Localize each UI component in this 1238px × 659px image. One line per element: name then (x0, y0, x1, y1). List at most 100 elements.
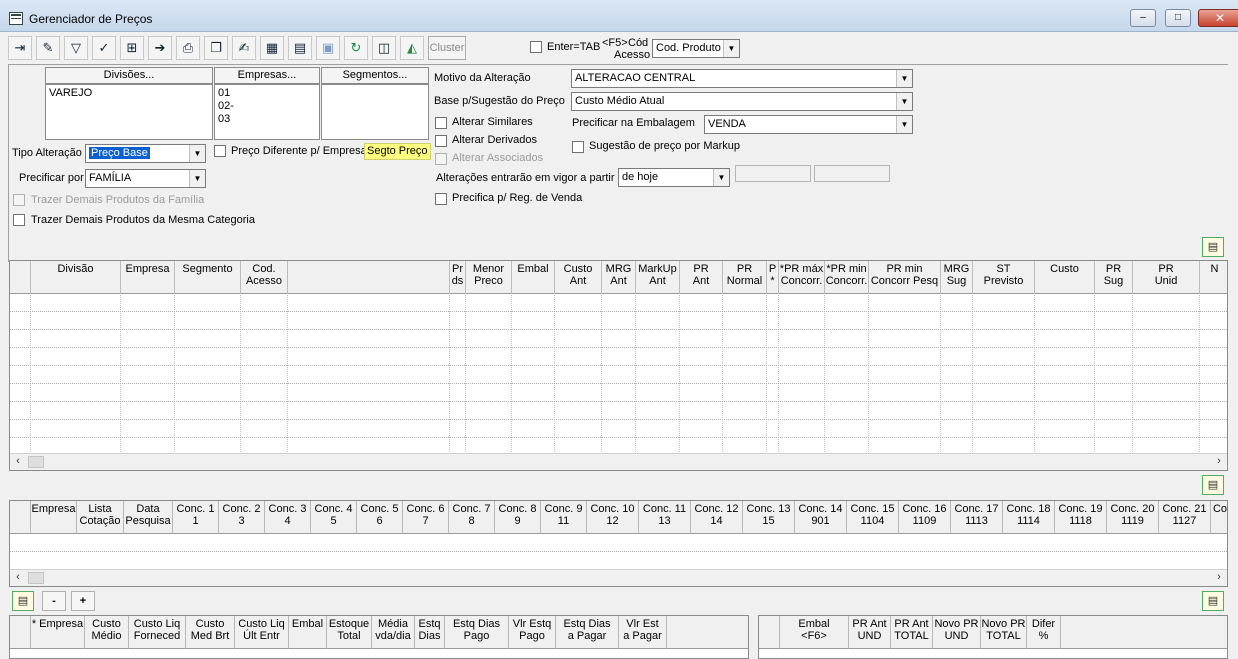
column-header[interactable]: Média vda/dia (372, 616, 415, 649)
column-header[interactable]: Custo Ant (555, 261, 602, 294)
segmentos-button[interactable]: Segmentos... (321, 67, 429, 84)
config-grid-icon[interactable]: ▤ (1202, 237, 1224, 257)
table-row[interactable] (10, 383, 1227, 384)
print-icon[interactable]: ⎙ (176, 36, 200, 60)
column-header[interactable]: Conc. 17 1113 (951, 501, 1003, 534)
column-header[interactable]: ST Previsto (973, 261, 1035, 294)
table-row[interactable] (10, 419, 1227, 420)
column-header[interactable] (10, 261, 31, 294)
chevron-down-icon[interactable]: ▼ (189, 145, 205, 162)
divisoes-list[interactable]: VAREJO (45, 84, 213, 140)
column-header[interactable]: * Empresa (31, 616, 85, 649)
precificar-embalagem-select[interactable]: VENDA ▼ (704, 115, 913, 134)
alterar-derivados-checkbox[interactable] (435, 135, 447, 147)
column-header[interactable]: Conc. 12 14 (691, 501, 743, 534)
column-header[interactable]: *PR máx Concorr. (779, 261, 825, 294)
table-row[interactable] (10, 329, 1227, 330)
copy-icon[interactable]: ❐ (204, 36, 228, 60)
column-header[interactable]: Difer % (1027, 616, 1061, 649)
list-item[interactable]: 01 (218, 87, 316, 100)
column-header[interactable]: Empresa (121, 261, 175, 294)
minimize-button[interactable]: – (1130, 9, 1156, 27)
alterar-similares-checkbox[interactable] (435, 117, 447, 129)
column-header[interactable]: Vlr Estq Pago (509, 616, 556, 649)
list-item[interactable]: VAREJO (49, 87, 209, 100)
edit-check-icon[interactable]: ✍ (232, 36, 256, 60)
maximize-button[interactable]: □ (1165, 9, 1191, 27)
table-row[interactable] (10, 311, 1227, 312)
chevron-down-icon[interactable]: ▼ (713, 169, 729, 186)
column-header[interactable] (759, 616, 780, 649)
column-header[interactable]: Custo Liq Últ Entr (235, 616, 289, 649)
column-header[interactable]: Vlr Est a Pagar (619, 616, 667, 649)
column-header[interactable]: Lista Cotação (77, 501, 124, 534)
table-row[interactable] (10, 365, 1227, 366)
base-select[interactable]: Custo Médio Atual ▼ (571, 92, 913, 111)
save-icon[interactable]: ▣ (316, 36, 340, 60)
column-header[interactable]: Conc. 21 1127 (1159, 501, 1211, 534)
refresh-icon[interactable]: ↻ (344, 36, 368, 60)
preco-diferente-checkbox[interactable] (214, 145, 226, 157)
trazer-familia-checkbox[interactable] (13, 194, 25, 206)
config-grid-icon[interactable]: ▤ (12, 591, 34, 611)
column-header[interactable]: Conc. 19 1118 (1055, 501, 1107, 534)
config-grid-icon[interactable]: ▤ (1202, 475, 1224, 495)
list-item[interactable]: 03 (218, 113, 316, 126)
empresas-button[interactable]: Empresas... (214, 67, 320, 84)
column-header[interactable] (288, 261, 450, 294)
date-field-1[interactable] (735, 165, 811, 182)
column-header[interactable]: Divisão (31, 261, 121, 294)
column-header[interactable]: MRG Sug (941, 261, 973, 294)
column-header[interactable]: Estoque Total (327, 616, 372, 649)
column-header[interactable]: Conc. 3 4 (265, 501, 311, 534)
chevron-down-icon[interactable]: ▼ (189, 170, 205, 187)
column-header[interactable]: Conc. 9 11 (541, 501, 587, 534)
scroll-right-icon[interactable]: › (1211, 455, 1227, 467)
list-item[interactable]: 02- (218, 100, 316, 113)
cod-acesso-select[interactable]: Cod. Produto ▼ (652, 39, 740, 58)
grid-icon[interactable]: ▤ (288, 36, 312, 60)
column-header[interactable]: Menor Preco (466, 261, 512, 294)
column-header[interactable]: Conc. 20 1119 (1107, 501, 1159, 534)
column-header[interactable]: PR Sug (1095, 261, 1133, 294)
scroll-thumb[interactable] (28, 572, 44, 584)
column-header[interactable]: PR Ant (680, 261, 723, 294)
vigor-select[interactable]: de hoje ▼ (618, 168, 730, 187)
column-header[interactable]: Embal (289, 616, 327, 649)
exit-icon[interactable]: ⇥ (8, 36, 32, 60)
column-header[interactable]: Co (1211, 501, 1227, 534)
column-header[interactable]: MarkUp Ant (636, 261, 680, 294)
column-header[interactable]: Pr ds (450, 261, 466, 294)
column-header[interactable]: Conc. 14 901 (795, 501, 847, 534)
segto-preco-button[interactable]: Segto Preço (364, 143, 431, 160)
close-button[interactable]: ✕ (1198, 9, 1238, 27)
column-header[interactable]: Embal <F6> (780, 616, 849, 649)
column-header[interactable]: Estq Dias (415, 616, 445, 649)
chart-icon[interactable]: ◭ (400, 36, 424, 60)
config-grid-icon[interactable]: ▤ (1202, 591, 1224, 611)
scroll-left-icon[interactable]: ‹ (10, 571, 26, 583)
column-header[interactable]: Empresa (31, 501, 77, 534)
remove-button[interactable]: - (42, 591, 66, 611)
table-row[interactable] (10, 551, 1227, 552)
scroll-left-icon[interactable]: ‹ (10, 455, 26, 467)
chevron-down-icon[interactable]: ▼ (896, 70, 912, 87)
export-icon[interactable]: ➔ (148, 36, 172, 60)
precificar-por-select[interactable]: FAMÍLIA ▼ (85, 169, 206, 188)
column-header[interactable]: Conc. 16 1109 (899, 501, 951, 534)
column-header[interactable]: Conc. 6 7 (403, 501, 449, 534)
trazer-categoria-checkbox[interactable] (13, 214, 25, 226)
competitor-grid[interactable]: Empresa Lista Cotação Data Pesquisa Conc… (9, 500, 1228, 587)
column-header[interactable]: PR Ant UND (849, 616, 891, 649)
precifica-reg-venda-checkbox[interactable] (435, 193, 447, 205)
column-header[interactable]: Conc. 7 8 (449, 501, 495, 534)
embalagem-grid[interactable]: Embal <F6> PR Ant UND PR Ant TOTAL Novo … (758, 615, 1228, 659)
column-header[interactable]: Estq Dias Pago (445, 616, 509, 649)
filter-check-icon[interactable]: ✓ (92, 36, 116, 60)
horizontal-scrollbar[interactable]: ‹ › (10, 453, 1227, 470)
column-header[interactable]: Novo PR UND (933, 616, 981, 649)
column-header[interactable]: Embal (512, 261, 555, 294)
column-header[interactable]: Conc. 13 15 (743, 501, 795, 534)
horizontal-scrollbar[interactable]: ‹ › (10, 569, 1227, 586)
column-header[interactable]: *PR min Concorr. (825, 261, 869, 294)
